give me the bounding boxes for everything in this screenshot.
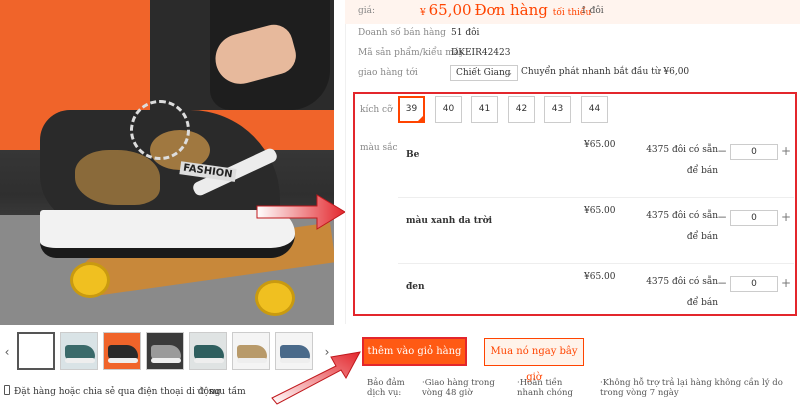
sneaker-laces <box>130 100 190 160</box>
quantity-stepper: − 0 + <box>716 144 792 160</box>
model-label: Mã sản phẩm/kiểu máy <box>358 48 465 58</box>
skateboard-wheel <box>255 280 295 316</box>
guarantee-item: ·Giao hàng trong vòng 48 giờ <box>422 378 495 398</box>
size-option-40[interactable]: 40 <box>435 96 462 123</box>
mobile-share-label: Đặt hàng hoặc chia sẻ qua điện thoại di … <box>14 387 221 397</box>
sales-row: Doanh số bán hàng 51 đôi <box>358 28 479 38</box>
sales-value: 51 <box>451 28 463 38</box>
color-price: ¥65.00 <box>584 140 616 150</box>
minus-icon[interactable]: − <box>716 144 728 160</box>
quantity-input[interactable]: 0 <box>730 144 778 160</box>
star-icon: ☆ <box>196 384 206 397</box>
color-name: Be <box>406 150 420 160</box>
size-option-42[interactable]: 42 <box>508 96 535 123</box>
add-to-cart-button[interactable]: thêm vào giỏ hàng <box>362 337 467 366</box>
thumbnail-sole <box>108 358 138 363</box>
buy-now-button[interactable]: Mua nó ngay bây giờ <box>484 338 584 383</box>
sneaker-camo-patch <box>75 150 160 205</box>
size-option-43[interactable]: 43 <box>544 96 571 123</box>
shipping-note: Chuyển phát nhanh bắt đầu từ ¥6,00 <box>521 67 690 77</box>
thumbnail-sole <box>237 358 267 363</box>
thumbnail-sole <box>194 358 224 363</box>
color-row-be: Be ¥65.00 4375 đôi có sẵn để bán − 0 + <box>398 136 794 198</box>
thumbnail-sole <box>151 358 181 363</box>
color-stock: 4375 đôi có sẵn để bán <box>646 145 718 176</box>
color-price: ¥65.00 <box>584 206 616 216</box>
main-product-photo[interactable]: FASHION <box>0 0 334 325</box>
phone-icon <box>4 385 10 395</box>
thumbnail[interactable] <box>189 332 227 370</box>
sales-value-wrap: 51 đôi <box>451 28 479 38</box>
thumbnail[interactable] <box>60 332 98 370</box>
color-name: màu xanh da trời <box>406 216 493 226</box>
size-label: kích cỡ <box>360 105 393 115</box>
annotation-arrow-up-right-icon <box>271 351 361 405</box>
annotation-arrow-right-icon <box>256 194 346 230</box>
shipping-region-select[interactable]: Chiết Giang ⌄ <box>450 65 518 81</box>
plus-icon[interactable]: + <box>780 144 792 160</box>
price-amount: 65,00 <box>428 1 472 19</box>
chevron-down-icon: ⌄ <box>506 68 513 77</box>
shipping-region-value: Chiết Giang <box>456 68 511 78</box>
guarantee-item: ·Hoàn tiền nhanh chóng <box>517 378 573 398</box>
model-row: Mã sản phẩm/kiểu máy DKEIR42423 <box>358 48 510 58</box>
size-option-44[interactable]: 44 <box>581 96 608 123</box>
color-price: ¥65.00 <box>584 272 616 282</box>
plus-icon[interactable]: + <box>780 210 792 226</box>
photo-sneaker: FASHION <box>40 95 295 270</box>
color-row-sky-blue: màu xanh da trời ¥65.00 4375 đôi có sẵn … <box>398 202 794 264</box>
model-value: DKEIR42423 <box>451 48 511 58</box>
thumbnail-sole <box>65 358 95 363</box>
thumbnail[interactable] <box>146 332 184 370</box>
guarantee-label: Bảo đảm dịch vụ: <box>367 378 405 398</box>
thumbnail[interactable] <box>103 332 141 370</box>
sales-label: Doanh số bán hàng <box>358 28 446 38</box>
price-unit: Đơn hàng <box>474 1 548 19</box>
quantity-input[interactable]: 0 <box>730 210 778 226</box>
color-name: đen <box>406 282 425 292</box>
quantity-stepper: − 0 + <box>716 276 792 292</box>
color-label: màu sắc <box>360 143 398 153</box>
sales-unit: đôi <box>465 28 480 38</box>
quantity-input[interactable]: 0 <box>730 276 778 292</box>
price-value: ¥ 65,00 Đơn hàng tối thiểu <box>420 1 591 19</box>
size-option-41[interactable]: 41 <box>471 96 498 123</box>
guarantee-item: ·Không hỗ trợ trả lại hàng không cần lý … <box>600 378 783 398</box>
color-row-black: đen ¥65.00 4375 đôi có sẵn để bán − 0 + <box>398 268 794 330</box>
color-stock: 4375 đôi có sẵn để bán <box>646 277 718 308</box>
price-label: giá: <box>358 6 376 16</box>
favorite-label: sưu tầm <box>208 387 246 397</box>
color-stock: 4375 đôi có sẵn để bán <box>646 211 718 242</box>
plus-icon[interactable]: + <box>780 276 792 292</box>
thumbnail[interactable] <box>17 332 55 370</box>
size-option-39[interactable]: 39 <box>398 96 425 123</box>
thumbnail-prev-icon[interactable]: ‹ <box>0 330 14 374</box>
minus-icon[interactable]: − <box>716 210 728 226</box>
quantity-stepper: − 0 + <box>716 210 792 226</box>
thumbnail[interactable] <box>232 332 270 370</box>
favorite-button[interactable]: ☆ sưu tầm <box>196 384 246 397</box>
minus-icon[interactable]: − <box>716 276 728 292</box>
min-order-qty: 1 đôi <box>581 6 604 16</box>
divider <box>345 24 346 324</box>
shipping-label: giao hàng tới <box>358 68 418 78</box>
mobile-share-link[interactable]: Đặt hàng hoặc chia sẻ qua điện thoại di … <box>4 385 221 397</box>
price-currency: ¥ <box>420 8 426 18</box>
